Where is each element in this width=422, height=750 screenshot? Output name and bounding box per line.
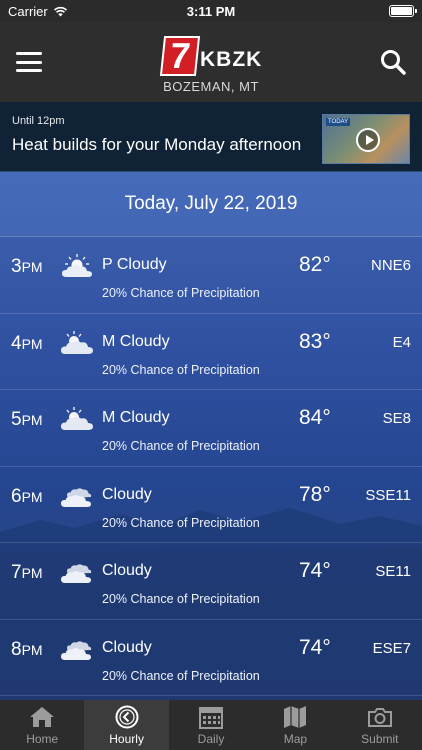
status-bar: Carrier 3:11 PM: [0, 0, 422, 22]
condition-label: Cloudy: [102, 638, 152, 656]
tab-map[interactable]: Map: [253, 700, 337, 750]
hour-number: 4: [11, 332, 22, 354]
temperature: 74°: [299, 635, 331, 659]
battery-icon: [389, 5, 417, 17]
map-icon: [282, 705, 308, 729]
partly-cloudy-icon: [60, 253, 94, 279]
tab-label: Daily: [197, 732, 225, 746]
forecast-hour: 7PM: [11, 562, 43, 584]
logo-text: KBZK: [200, 48, 263, 71]
condition-label: Cloudy: [102, 562, 152, 579]
hour-period: PM: [21, 641, 43, 658]
hour-period: PM: [21, 335, 43, 352]
camera-icon: [367, 705, 393, 729]
forecast-hour: 6PM: [11, 486, 43, 508]
wind: E4: [392, 333, 411, 351]
hamburger-menu-icon[interactable]: [16, 52, 42, 72]
hour-period: PM: [21, 259, 43, 275]
hour-number: 6: [11, 485, 22, 507]
temperature: 84°: [299, 406, 331, 429]
precip-chance: 20% Chance of Precipitation: [102, 286, 260, 300]
temperature: 83°: [299, 329, 331, 353]
mostly-cloudy-icon: [60, 330, 94, 356]
bottom-tab-bar: Home Hourly Daily Map Submit: [0, 700, 422, 750]
forecast-date: Today, July 22, 2019: [0, 172, 422, 237]
forecast-row[interactable]: 7PM Cloudy 74° SE11 20% Chance of Precipitat…: [0, 543, 422, 620]
mostly-cloudy-icon: [60, 406, 94, 432]
tab-label: Home: [26, 732, 59, 746]
forecast-row[interactable]: 4PM M Cloudy 83° E4 20% Chance of Precipitat…: [0, 314, 422, 390]
precip-chance: 20% Chance of Precipitation: [102, 362, 260, 377]
forecast-row[interactable]: 8PM Cloudy 74° ESE7 20% Chance of Precipitat…: [0, 620, 422, 696]
calendar-icon: [198, 705, 224, 729]
temperature: 74°: [299, 559, 331, 582]
forecast-row[interactable]: 6PM Cloudy 78° SSE11 20% Chance of Precipita…: [0, 467, 422, 543]
status-left: Carrier: [8, 4, 68, 19]
forecast-alert-banner[interactable]: Until 12pm Heat builds for your Monday a…: [0, 102, 422, 172]
hour-number: 7: [11, 562, 22, 583]
wind: SE8: [382, 410, 411, 427]
hour-period: PM: [21, 412, 43, 428]
precip-chance: 20% Chance of Precipitation: [102, 592, 260, 606]
tab-home[interactable]: Home: [0, 700, 84, 750]
cloudy-icon: [60, 559, 94, 585]
thumbnail-tag: TODAY: [326, 118, 351, 126]
forecast-hour: 8PM: [11, 639, 43, 661]
tab-hourly[interactable]: Hourly: [84, 700, 169, 750]
home-icon: [29, 705, 55, 729]
hour-period: PM: [21, 488, 43, 505]
forecast-hour: 4PM: [11, 333, 43, 355]
logo-numeral: 7: [159, 35, 201, 76]
hourly-forecast: Today, July 22, 2019 3PM P Cloudy 82° NNE6 2…: [0, 172, 422, 700]
forecast-hour: 3PM: [11, 256, 43, 278]
hourly-list: 3PM P Cloudy 82° NNE6 20% Chance of Precipit…: [0, 237, 422, 696]
precip-chance: 20% Chance of Precipitation: [102, 515, 260, 530]
tab-label: Submit: [361, 732, 399, 746]
tab-label: Hourly: [109, 732, 144, 746]
forecast-row[interactable]: 5PM M Cloudy 84° SE8 20% Chance of Precipita…: [0, 390, 422, 467]
wifi-icon: [53, 6, 67, 16]
temperature: 82°: [299, 253, 331, 276]
cloudy-icon: [60, 636, 94, 662]
forecast-hour: 5PM: [11, 409, 43, 431]
tab-label: Map: [283, 732, 308, 746]
condition-label: M Cloudy: [102, 409, 170, 426]
cloudy-icon: [60, 483, 94, 509]
condition-label: Cloudy: [102, 485, 152, 503]
video-thumbnail[interactable]: TODAY: [322, 114, 410, 164]
precip-chance: 20% Chance of Precipitation: [102, 668, 260, 683]
condition-label: P Cloudy: [102, 256, 167, 273]
app-header: 7 KBZK BOZEMAN, MT: [0, 22, 422, 102]
alert-headline: Heat builds for your Monday afternoon: [12, 135, 302, 154]
wind: SSE11: [365, 486, 411, 504]
location-label: BOZEMAN, MT: [163, 79, 259, 94]
hour-number: 3: [11, 256, 22, 277]
condition-label: M Cloudy: [102, 332, 170, 350]
play-icon[interactable]: [356, 128, 380, 152]
carrier-label: Carrier: [8, 3, 48, 19]
hour-number: 8: [11, 638, 22, 660]
station-logo: 7 KBZK: [159, 35, 263, 76]
wind: SE11: [375, 563, 411, 580]
temperature: 78°: [299, 482, 331, 506]
tab-submit[interactable]: Submit: [338, 700, 422, 750]
hour-period: PM: [21, 565, 43, 581]
wind: NNE6: [370, 257, 411, 274]
forecast-row[interactable]: 3PM P Cloudy 82° NNE6 20% Chance of Precipit…: [0, 237, 422, 314]
wind: ESE7: [372, 639, 411, 657]
search-icon[interactable]: [380, 49, 406, 75]
precip-chance: 20% Chance of Precipitation: [102, 439, 260, 453]
hour-number: 5: [11, 409, 22, 430]
alert-until: Until 12pm: [12, 115, 65, 127]
clock-icon: [114, 705, 140, 729]
tab-daily[interactable]: Daily: [169, 700, 253, 750]
